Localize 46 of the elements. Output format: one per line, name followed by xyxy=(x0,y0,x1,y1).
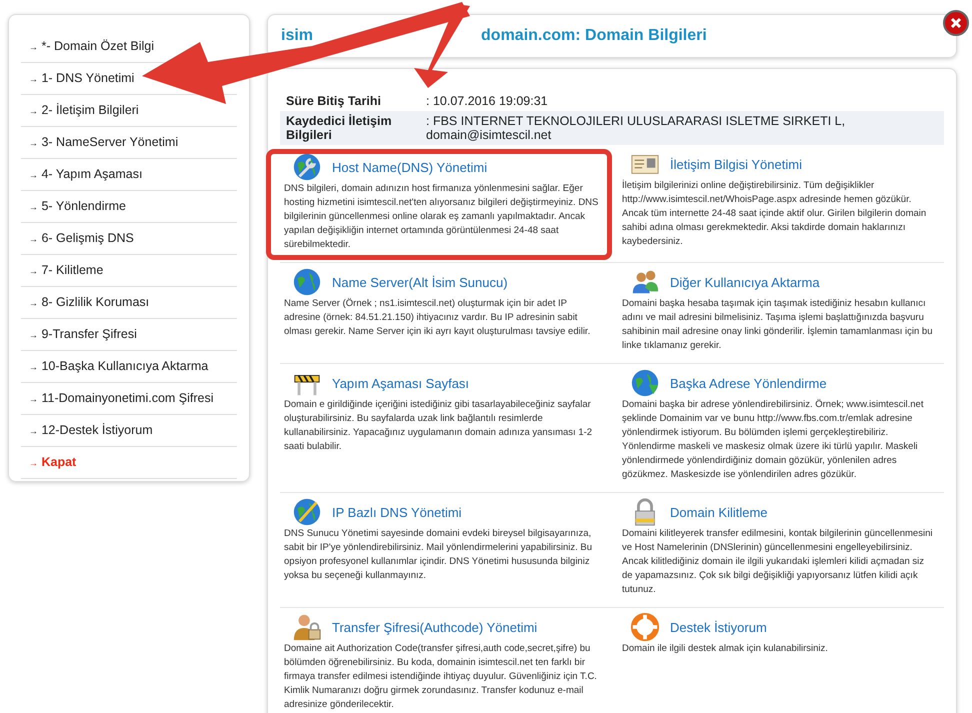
info-label: Süre Bitiş Tarihi xyxy=(286,94,382,108)
section-description: Domaini başka hesaba taşımak için taşımak istediğiniz hesabın kullanıcı adını ve mail adresini bilmelisiniz. Taşıma işlemi başlattığınızda başvuru sahibinin mail adresine onay linki gönderilir. İşlemin tamamlanması için bu linke tıklamanız gerekir. xyxy=(622,297,934,353)
sidebar-link[interactable]: → 10-Başka Kullanıcıya Aktarma xyxy=(29,351,208,382)
section-description: Domaine ait Authorization Code(transfer şifresi,auth code,secret,şifre) bu bölümden öğrenebilirsiniz. Bu koda, domainin isimtescil.net ten farklı bir firmaya transfer edilmesi istendiğinde ihtiyaç duyulur. Güvenliğiniz için T.C. Kimlik Numaranızı doğru girmek zorundasınız. Transfer kodunuz e-mail adresinize gönderilecektir. xyxy=(284,642,598,712)
section-link[interactable]: Transfer Şifresi(Authcode) Yönetimi xyxy=(332,620,538,634)
section-description: Domain ile ilgili destek almak için kulanabilirsiniz. xyxy=(622,642,829,656)
lifebuoy-icon xyxy=(630,612,660,642)
sidebar-link[interactable]: → 11-Domainyonetimi.com Şifresi xyxy=(29,383,214,414)
section-link[interactable]: Destek İstiyorum xyxy=(670,620,767,634)
section-link[interactable]: IP Bazlı DNS Yönetimi xyxy=(332,504,462,520)
sidebar-link[interactable]: → 2- İletişim Bilgileri xyxy=(29,95,139,126)
close-icon[interactable] xyxy=(943,10,969,36)
sidebar-link[interactable]: → 4- Yapım Aşaması xyxy=(29,159,142,190)
sidebar-link[interactable]: → 3- NameServer Yönetimi xyxy=(29,127,178,158)
section-link[interactable]: Yapım Aşaması Sayfası xyxy=(332,376,470,390)
section-description: Domaini kilitleyerek transfer edilmesini, kontak bilgilerinin güncellenmesini ve Host Namelerinin (DNSlerinin) güncellenmesini engelleyebilirsiniz. Ancak kilitlediğiniz domain ile ilgili yukarıdaki işlemleri kilidi açmadan siz de yapamazsınız. Çok sık bilgi değişikliği yapıyorsanız lütfen kilidi açık tutunuz. xyxy=(622,527,934,597)
sidebar-link[interactable]: → 1- DNS Yönetimi xyxy=(29,63,134,94)
user-lock-icon xyxy=(292,612,322,642)
info-value: : FBS INTERNET TEKNOLOJILERI ULUSLARARASI ISLETME SIRKETI L, domain@isimtescil.net xyxy=(426,114,846,142)
section-description: DNS bilgileri, domain adınızın host firmanıza yönlenmesini sağlar. Eğer hosting hizmetini isimtescil.net'ten alıyorsanız bilgileri değiştirmeyiniz. DNS bilgilerinin güncellenmesi online olarak eş zamanlı yapılmaktadır. Ancak yapılan değişikliğin internet ortamında görüntülenmesi 24-48 saat sürebilmektedir. xyxy=(284,182,600,252)
section-description: DNS Sunucu Yönetimi sayesinde domaini evdeki bireysel bilgisayarınıza, sabit bir IP'ye yönlendirebilirsiniz. Mail yönlendirmelerini yapabilirsiniz. Bu opsiyon profesyonel kullanımlar içindir. DNS Yönetimi hususunda bilginiz yoksa bu seçeneği kullanmayınız. xyxy=(284,527,594,583)
section-link[interactable]: Name Server(Alt İsim Sunucu) xyxy=(332,274,508,290)
section-description: Domaini başka bir adrese yönlendirebilirsiniz. Örnek; www.isimtescil.net şeklinde Domainim var ve bunu http://www.fbs.com.tr/emlak adresine yönlendirmek istiyorum. Bu bölümden işlemi gerçekleştirebiliriz. Yönlendirme maskeli ve maskesiz olmak üzere iki türlü yapılır. Maskeli yönlendirmede yönlendirdiğiniz domain gözükür, yönlenilen adres gözükmez. Maskesizde ise yönlendirilen adres gözükür. xyxy=(622,398,924,482)
page-title: isim xyxy=(281,27,314,45)
section-description: Name Server (Örnek ; ns1.isimtescil.net) oluşturmak için bir adet IP adresine (örnek: 84.51.21.150) ihtiyacınız vardır. Bu IP adresinin sabit olması gerekir. Name Server için iki ayrı kayıt oluşturulması tavsiye edilir. xyxy=(284,297,592,339)
globe-pencil-icon xyxy=(292,497,322,527)
sidebar-link[interactable]: → 8- Gizlilik Koruması xyxy=(29,287,150,318)
section-description: İletişim bilgilerinizi online değiştirebilirsiniz. Tüm değişiklikler http://www.isimtescil.net/WhoisPage.aspx adresinde hemen gözükür. Ancak tüm internette 24-48 saat içinde aktif olur. Girilen bilgilerin domain sahibi adına olması gerekmektedir. Aksi takdirde domain haklarınızı kaybedersiniz. xyxy=(622,179,928,249)
info-label: Kaydedici İletişim Bilgileri xyxy=(286,114,393,142)
section-link[interactable]: Domain Kilitleme xyxy=(670,504,768,520)
wrench-globe-icon xyxy=(292,152,322,182)
info-value: : 10.07.2016 19:09:31 xyxy=(426,94,549,108)
sidebar-link[interactable]: → 5- Yönlendirme xyxy=(29,191,126,222)
sidebar-link[interactable]: → 6- Gelişmiş DNS xyxy=(29,223,134,254)
sidebar-link[interactable]: → 9-Transfer Şifresi xyxy=(29,319,137,350)
page-title: domain.com: Domain Bilgileri xyxy=(481,27,707,45)
globe-icon xyxy=(292,267,322,297)
section-link[interactable]: Başka Adrese Yönlendirme xyxy=(670,376,827,390)
sidebar-link[interactable]: → 7- Kilitleme xyxy=(29,255,104,286)
section-link[interactable]: İletişim Bilgisi Yönetimi xyxy=(670,156,802,172)
sidebar-link[interactable]: → *- Domain Özet Bilgi xyxy=(29,31,154,62)
sidebar-link[interactable]: → Kapat xyxy=(29,447,76,478)
section-description: Domain e girildiğinde içeriğini istediğiniz gibi tasarlayabileceğiniz sayfalar oluşturabilirsiniz. Bu sayfalarda uzak link bağlantılı resimlerde kullanabilirsiniz. Yapacağınız uygulamanın domain adınıza yansıması 1-2 saati bulabilir. xyxy=(284,398,594,454)
section-link[interactable]: Host Name(DNS) Yönetimi xyxy=(332,160,488,174)
section-link[interactable]: Diğer Kullanıcıya Aktarma xyxy=(670,274,820,290)
sidebar-link[interactable]: → 12-Destek İstiyorum xyxy=(29,415,153,446)
